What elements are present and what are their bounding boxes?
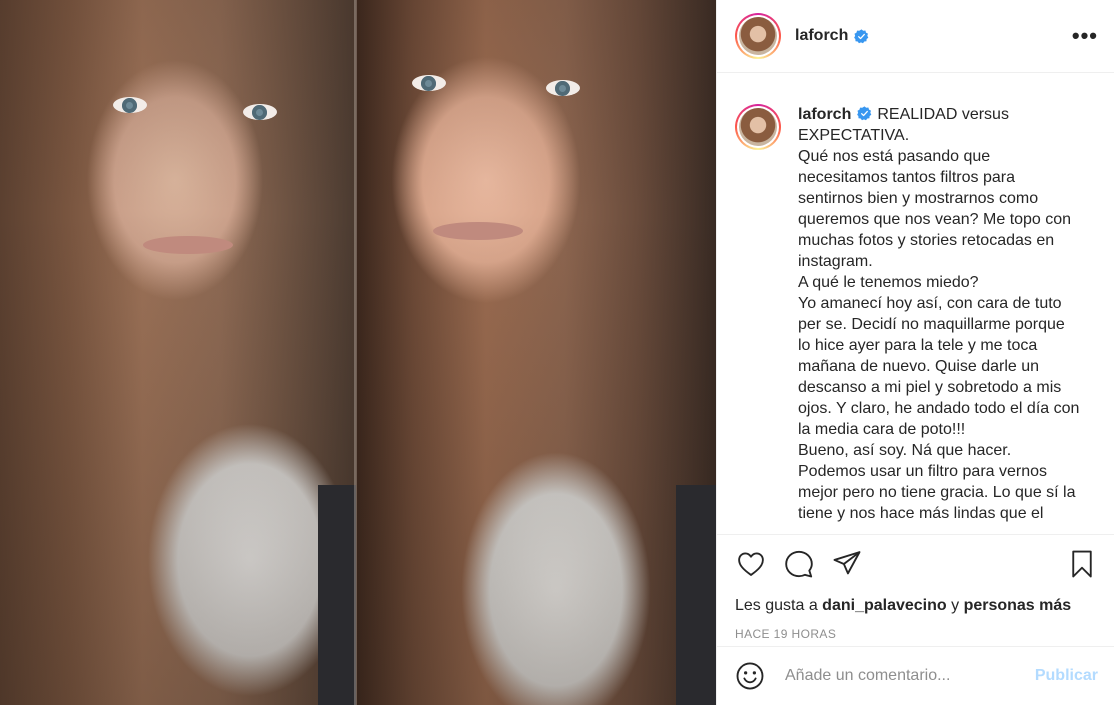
avatar[interactable] (735, 13, 781, 59)
liked-by-user-link[interactable]: dani_palavecino (822, 597, 947, 614)
heart-icon (738, 552, 764, 576)
comment-bubble-icon (785, 550, 813, 578)
verified-badge-icon (854, 28, 869, 43)
header-username[interactable]: laforch (795, 27, 848, 45)
paper-plane-icon (833, 551, 861, 575)
caption-username[interactable]: laforch (798, 106, 851, 123)
post-header: laforch ••• (717, 0, 1114, 73)
comment-input[interactable] (785, 667, 1035, 685)
caption-section: laforch REALIDAD versus EXPECTATIVA. Qué … (717, 74, 1114, 534)
likes-others-link[interactable]: personas más (964, 597, 1072, 614)
likes-connector: y (946, 597, 964, 614)
more-options-button[interactable]: ••• (1072, 25, 1098, 47)
smiley-icon[interactable] (735, 661, 765, 691)
bookmark-icon (1072, 550, 1092, 578)
comment-bar: Publicar (717, 646, 1114, 705)
save-button[interactable] (1066, 548, 1098, 580)
caption-avatar[interactable] (735, 104, 781, 150)
actions-section: Les gusta a dani_palavecino y personas m… (717, 534, 1114, 641)
share-button[interactable] (831, 548, 863, 580)
comment-button[interactable] (783, 548, 815, 580)
post-panel: laforch ••• laforch REALIDAD versus EXPEC… (716, 0, 1114, 705)
publish-button[interactable]: Publicar (1035, 667, 1098, 685)
photo-divider (354, 0, 357, 705)
post-media[interactable] (0, 0, 716, 705)
verified-badge-icon (857, 106, 872, 121)
photo-reality (0, 0, 356, 705)
like-button[interactable] (735, 548, 767, 580)
caption-text: laforch REALIDAD versus EXPECTATIVA. Qué … (798, 104, 1080, 534)
action-bar (735, 547, 1098, 581)
likes-prefix: Les gusta a (735, 597, 823, 614)
photo-expectation (356, 0, 716, 705)
post-timestamp[interactable]: HACE 19 HORAS (735, 627, 1098, 641)
caption-body: REALIDAD versus EXPECTATIVA. Qué nos est… (798, 106, 1080, 522)
likes-summary: Les gusta a dani_palavecino y personas m… (735, 597, 1098, 615)
